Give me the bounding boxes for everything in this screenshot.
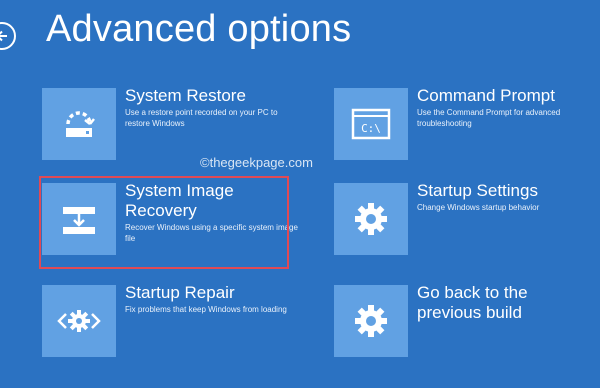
startup-repair-icon xyxy=(57,310,101,332)
back-button[interactable] xyxy=(0,22,16,50)
option-description: Use a restore point recorded on your PC … xyxy=(125,108,278,128)
svg-text:C:\: C:\ xyxy=(361,122,381,135)
option-system-image-recovery[interactable]: System Image Recovery Recover Windows us… xyxy=(42,181,298,263)
startup-repair-tile xyxy=(42,285,116,357)
option-title: Startup Repair xyxy=(125,283,235,302)
back-arrow-icon xyxy=(0,30,7,42)
system-restore-icon xyxy=(66,111,95,137)
startup-settings-tile xyxy=(334,183,408,255)
option-description: Use the Command Prompt for advanced trou… xyxy=(417,108,561,128)
page-title: Advanced options xyxy=(46,8,352,50)
option-title-line1: System Image xyxy=(125,181,234,200)
option-description: Fix problems that keep Windows from load… xyxy=(125,305,287,314)
option-startup-settings[interactable]: Startup Settings Change Windows startup … xyxy=(334,181,584,259)
option-title-line2: Recovery xyxy=(125,201,197,220)
go-back-tile xyxy=(334,285,408,357)
command-prompt-icon: C:\ xyxy=(351,108,391,140)
option-command-prompt[interactable]: C:\ Command Prompt Use the Command Promp… xyxy=(334,86,584,164)
option-startup-repair[interactable]: Startup Repair Fix problems that keep Wi… xyxy=(42,283,292,361)
option-title: Startup Settings xyxy=(417,181,538,200)
option-title: System Restore xyxy=(125,86,246,105)
option-title-line2: previous build xyxy=(417,303,522,322)
option-title-line1: Go back to the xyxy=(417,283,528,302)
option-system-restore[interactable]: System Restore Use a restore point recor… xyxy=(42,86,292,164)
command-prompt-tile: C:\ xyxy=(334,88,408,160)
gear-icon xyxy=(355,203,387,235)
system-image-recovery-tile xyxy=(42,183,116,255)
option-title: Command Prompt xyxy=(417,86,555,105)
option-go-back-previous-build[interactable]: Go back to the previous build xyxy=(334,283,584,361)
system-restore-tile xyxy=(42,88,116,160)
option-description: Change Windows startup behavior xyxy=(417,203,540,212)
gear-icon xyxy=(355,305,387,337)
option-description: Recover Windows using a specific system … xyxy=(125,223,298,243)
system-image-recovery-icon xyxy=(63,207,95,234)
